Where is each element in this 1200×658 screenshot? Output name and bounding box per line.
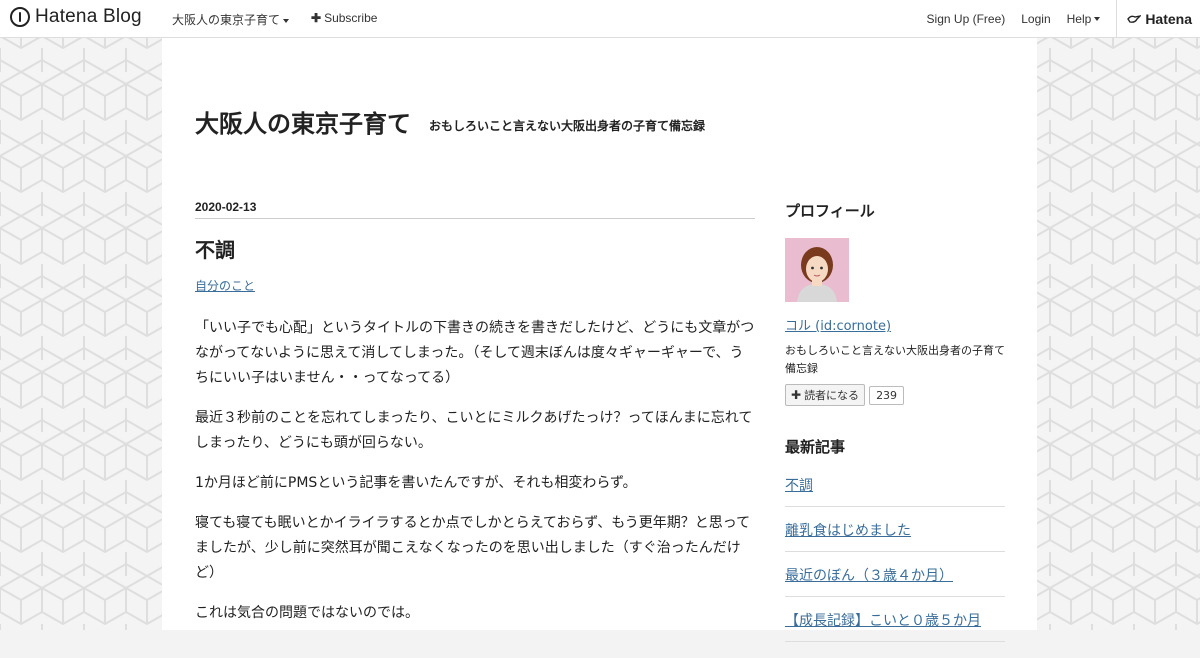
recent-heading: 最新記事: [785, 438, 846, 456]
subscribe-row: ✚ 読者になる 239: [785, 384, 1005, 406]
help-menu[interactable]: Help: [1059, 12, 1109, 26]
login-link[interactable]: Login: [1013, 12, 1058, 26]
blog-name-label: 大阪人の東京子育て: [172, 13, 281, 27]
profile-heading: プロフィール: [785, 202, 875, 220]
avatar[interactable]: [785, 238, 849, 302]
blog-container: 大阪人の東京子育て おもしろいこと言えない大阪出身者の子育て備忘録 2020-0…: [162, 38, 1037, 642]
recent-entry-link[interactable]: 離乳食はじめました: [785, 523, 911, 539]
hatena-blog-icon: [10, 7, 30, 27]
blog-name-menu[interactable]: 大阪人の東京子育て: [172, 11, 290, 28]
brand-text: Hatena Blog: [35, 6, 142, 27]
profile-name-link[interactable]: コル (id:cornote): [785, 315, 1005, 334]
entry-body: 「いい子でも心配」というタイトルの下書きの続きを書きだしたけど、どうにも文章がつ…: [195, 316, 755, 626]
recent-entry-link[interactable]: 最近のぼん（３歳４か月）: [785, 568, 953, 584]
list-item: 【成長記録】こいと０歳５か月: [785, 610, 1005, 642]
header-right-nav: Sign Up (Free) Login Help Hatena: [919, 0, 1192, 37]
paragraph: 寝ても寝ても眠いとかイライラするとか点でしかとらえておらず、もう更年期？と思って…: [195, 515, 751, 581]
entry-category-link[interactable]: 自分のこと: [195, 277, 255, 294]
recent-list: 不調 離乳食はじめました 最近のぼん（３歳４か月） 【成長記録】こいと０歳５か月: [785, 475, 1005, 642]
reader-subscribe-button[interactable]: ✚ 読者になる: [785, 384, 866, 406]
sidebar: プロフィール コル (id:cornote) おもしろいこと言えない大阪出身者の…: [785, 200, 1005, 658]
subscribe-label: Subscribe: [324, 11, 378, 25]
entry: 2020-02-13 不調 自分のこと 「いい子でも心配」というタイトルの下書き…: [195, 200, 755, 641]
signup-link[interactable]: Sign Up (Free): [919, 12, 1014, 26]
profile-description: おもしろいこと言えない大阪出身者の子育て備忘録: [785, 344, 1005, 375]
hatena-blog-logo[interactable]: Hatena Blog: [10, 6, 142, 28]
subscribe-button[interactable]: ✚ Subscribe: [311, 11, 377, 25]
paragraph: これは気合の問題ではないのでは。: [195, 605, 419, 621]
help-label: Help: [1066, 11, 1092, 26]
hatena-logo[interactable]: Hatena: [1121, 11, 1192, 27]
paragraph: 最近３秒前のことを忘れてしまったり、こいとにミルクあげたっけ？ってほんまに忘れて…: [195, 410, 753, 451]
subscriber-count[interactable]: 239: [869, 385, 905, 405]
caret-down-icon: [1094, 17, 1101, 22]
blog-title[interactable]: 大阪人の東京子育て: [195, 104, 411, 139]
divider: [1116, 0, 1118, 37]
reader-subscribe-label: 読者になる: [804, 389, 860, 402]
blog-description: おもしろいこと言えない大阪出身者の子育て備忘録: [429, 119, 706, 133]
paragraph: 「いい子でも心配」というタイトルの下書きの続きを書きだしたけど、どうにも文章がつ…: [195, 320, 755, 386]
avatar-face-icon: [785, 238, 849, 302]
entry-title[interactable]: 不調: [195, 234, 755, 263]
plus-icon: ✚: [311, 11, 322, 25]
list-item: 不調: [785, 475, 1005, 507]
caret-down-icon: [283, 18, 290, 23]
recent-entry-link[interactable]: 不調: [785, 478, 813, 494]
list-item: 最近のぼん（３歳４か月）: [785, 565, 1005, 597]
hatena-label: Hatena: [1145, 10, 1192, 27]
plus-icon: ✚: [791, 388, 802, 402]
recent-entry-link[interactable]: 【成長記録】こいと０歳５か月: [785, 613, 981, 629]
global-header: Hatena Blog 大阪人の東京子育て ✚ Subscribe Sign Up…: [0, 0, 1200, 38]
list-item: 離乳食はじめました: [785, 520, 1005, 552]
paragraph: 1か月ほど前にPMSという記事を書いたんですが、それも相変わらず。: [195, 475, 637, 491]
entry-date[interactable]: 2020-02-13: [195, 200, 755, 219]
hatena-bird-icon: [1127, 14, 1142, 23]
